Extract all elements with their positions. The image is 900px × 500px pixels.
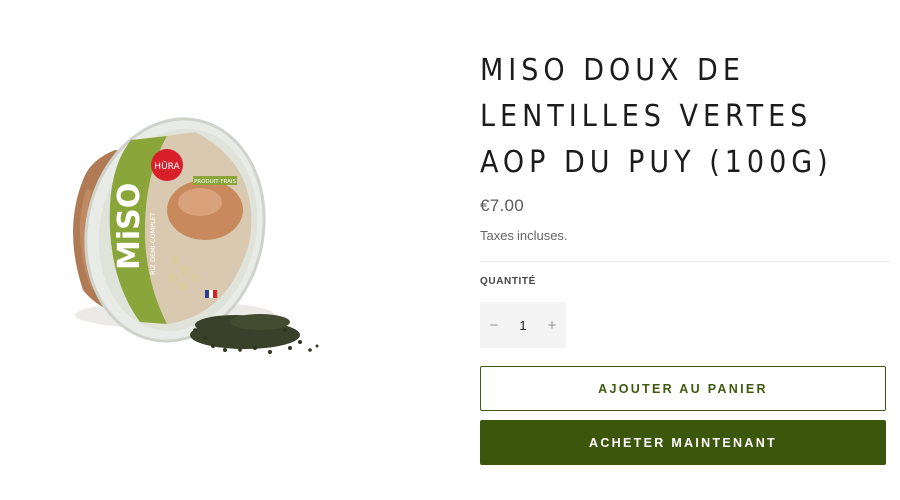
product-price: €7.00 xyxy=(480,196,525,215)
brand-logo-text: HŪRA xyxy=(154,161,180,172)
quantity-increment-button[interactable]: + xyxy=(538,302,566,348)
quantity-label: QUANTITÉ xyxy=(480,276,536,287)
quantity-stepper: − + xyxy=(480,302,566,348)
tax-note: Taxes incluses. xyxy=(480,228,890,243)
buy-now-button[interactable]: ACHETER MAINTENANT xyxy=(480,420,886,465)
product-title: MISO DOUX DE LENTILLES VERTES AOP DU PUY… xyxy=(480,53,833,180)
miso-tub-illustration: HŪRA MiSO RIZ DEMI-COMPLET PRODUIT FRAIS xyxy=(73,117,319,354)
tax-note-text: incluses. xyxy=(516,228,568,243)
product-info: MISO DOUX DE LENTILLES VERTES AOP DU PUY… xyxy=(480,48,890,465)
quantity-decrement-button[interactable]: − xyxy=(480,302,508,348)
tax-link[interactable]: Taxes xyxy=(480,228,514,243)
add-to-cart-button[interactable]: AJOUTER AU PANIER xyxy=(480,366,886,411)
lentils-pile xyxy=(190,314,319,354)
label-miso-word: MiSO xyxy=(112,183,147,270)
product-image: HŪRA MiSO RIZ DEMI-COMPLET PRODUIT FRAIS xyxy=(55,110,355,370)
divider xyxy=(480,261,890,262)
quantity-input[interactable] xyxy=(508,302,538,348)
svg-text:PRODUIT FRAIS: PRODUIT FRAIS xyxy=(194,179,237,185)
label-variant-text: RIZ DEMI-COMPLET xyxy=(149,212,157,275)
